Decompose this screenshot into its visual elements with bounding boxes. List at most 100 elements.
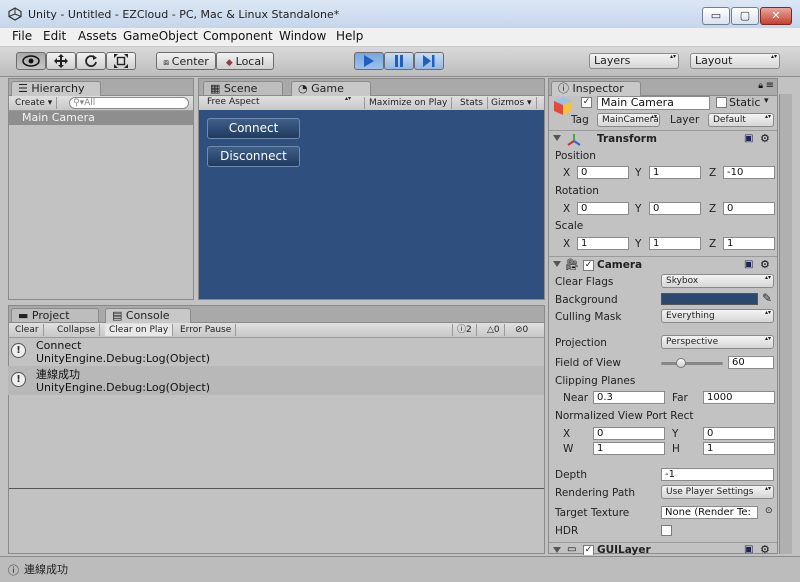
gizmos-button[interactable]: Gizmos ▾ (487, 97, 537, 109)
tab-hierarchy[interactable]: ☰ Hierarchy (11, 81, 101, 96)
rotate-tool-button[interactable] (76, 52, 106, 70)
layers-dropdown[interactable]: Layers (589, 53, 679, 69)
culling-mask-dropdown[interactable]: Everything (661, 309, 774, 323)
help-book-icon[interactable]: ▣ (744, 544, 753, 555)
active-checkbox[interactable]: ✓ (581, 97, 592, 108)
scale-x-field[interactable]: 1 (577, 237, 629, 250)
play-button[interactable] (354, 52, 384, 70)
hdr-checkbox[interactable] (661, 525, 672, 536)
connect-button[interactable]: Connect (207, 118, 300, 139)
maximize-button[interactable]: ▢ (731, 7, 759, 25)
foldout-arrow-icon[interactable] (553, 261, 561, 267)
foldout-arrow-icon[interactable] (553, 135, 561, 141)
rotation-y-field[interactable]: 0 (649, 202, 701, 215)
collapse-button[interactable]: Collapse (53, 324, 101, 336)
disconnect-button[interactable]: Disconnect (207, 146, 300, 167)
clear-on-play-button[interactable]: Clear on Play (105, 324, 174, 336)
aspect-dropdown[interactable]: Free Aspect (203, 96, 353, 109)
scale-tool-button[interactable] (106, 52, 136, 70)
stats-button[interactable]: Stats (456, 97, 488, 109)
tab-scene[interactable]: ▦ Scene (203, 81, 283, 95)
menu-component[interactable]: Component (203, 29, 273, 43)
fov-slider-track[interactable] (661, 362, 723, 365)
menu-edit[interactable]: Edit (43, 29, 66, 43)
menu-window[interactable]: Window (279, 29, 326, 43)
tab-inspector[interactable]: ⓘ Inspector (551, 81, 641, 96)
eyedropper-icon[interactable]: ✎ (762, 291, 772, 305)
target-texture-field[interactable]: None (Render Te: (661, 506, 758, 519)
tag-dropdown[interactable]: MainCamera (597, 113, 660, 127)
pause-button[interactable] (384, 52, 414, 70)
camera-header[interactable]: 🎥︎ ✓ Camera ▣ ⚙ (549, 256, 777, 274)
object-name-field[interactable]: Main Camera (597, 96, 710, 110)
pivot-local-button[interactable]: ◆ Local (216, 52, 274, 70)
far-field[interactable]: 1000 (703, 391, 775, 404)
status-message[interactable]: 連線成功 (24, 561, 68, 577)
static-checkbox[interactable] (716, 97, 727, 108)
menu-assets[interactable]: Assets (78, 29, 117, 43)
move-tool-button[interactable] (46, 52, 76, 70)
error-count-toggle[interactable]: ⊘0 (511, 324, 532, 336)
lock-icon[interactable]: 🔒︎ (758, 81, 763, 91)
help-book-icon[interactable]: ▣ (744, 259, 753, 270)
transform-header[interactable]: Transform ▣ ⚙ (549, 130, 777, 148)
menu-help[interactable]: Help (336, 29, 363, 43)
static-dropdown-icon[interactable]: ▾ (764, 96, 769, 106)
background-color-swatch[interactable] (661, 293, 758, 305)
rotation-x-field[interactable]: 0 (577, 202, 629, 215)
position-x-field[interactable]: 0 (577, 166, 629, 179)
hierarchy-item-main-camera[interactable]: Main Camera (9, 111, 193, 125)
layer-dropdown[interactable]: Default (708, 113, 774, 127)
warning-count-toggle[interactable]: △0 (483, 324, 505, 336)
object-picker-icon[interactable]: ⊙ (765, 506, 773, 516)
viewport-y-field[interactable]: 0 (703, 427, 775, 440)
tab-game[interactable]: ◔ Game (291, 81, 371, 96)
position-y-field[interactable]: 1 (649, 166, 701, 179)
depth-field[interactable]: -1 (661, 468, 774, 481)
menu-gameobject[interactable]: GameObject (123, 29, 198, 43)
rotation-z-field[interactable]: 0 (723, 202, 775, 215)
guilayer-enabled-checkbox[interactable]: ✓ (583, 545, 594, 555)
viewport-x-field[interactable]: 0 (593, 427, 665, 440)
near-field[interactable]: 0.3 (593, 391, 665, 404)
fov-field[interactable]: 60 (728, 356, 774, 369)
hierarchy-search-input[interactable]: ⚲▾All (69, 97, 189, 109)
position-z-field[interactable]: -10 (723, 166, 775, 179)
panel-menu-icon[interactable]: ≡ (766, 80, 774, 91)
scale-y-field[interactable]: 1 (649, 237, 701, 250)
scale-z-field[interactable]: 1 (723, 237, 775, 250)
menu-file[interactable]: File (12, 29, 32, 43)
projection-dropdown[interactable]: Perspective (661, 335, 774, 349)
scene-tab-label: Scene (223, 82, 258, 95)
viewport-w-field[interactable]: 1 (593, 442, 665, 455)
guilayer-header[interactable]: ▭ ✓ GUILayer ▣ ⚙ (549, 542, 777, 555)
help-book-icon[interactable]: ▣ (744, 133, 753, 144)
rendering-path-dropdown[interactable]: Use Player Settings (661, 485, 774, 499)
gear-icon[interactable]: ⚙ (760, 543, 770, 555)
viewport-h-field[interactable]: 1 (703, 442, 775, 455)
layout-dropdown[interactable]: Layout (690, 53, 780, 69)
error-pause-button[interactable]: Error Pause (176, 324, 237, 336)
clear-flags-dropdown[interactable]: Skybox (661, 274, 774, 288)
tab-project[interactable]: ▬ Project (11, 308, 99, 322)
gear-icon[interactable]: ⚙ (760, 258, 770, 271)
camera-title: Camera (597, 259, 643, 271)
close-button[interactable]: ✕ (760, 7, 792, 25)
tab-console[interactable]: ▤ Console (105, 308, 191, 323)
info-count-toggle[interactable]: ⓘ2 (452, 324, 477, 336)
console-entry[interactable]: ! Connect UnityEngine.Debug:Log(Object) (8, 337, 544, 366)
camera-enabled-checkbox[interactable]: ✓ (583, 260, 594, 271)
console-divider[interactable] (9, 488, 544, 489)
gear-icon[interactable]: ⚙ (760, 132, 770, 145)
create-button[interactable]: Create ▾ (11, 97, 58, 109)
pivot-center-button[interactable]: ⧈ Center (156, 52, 216, 70)
hand-tool-button[interactable] (16, 52, 46, 70)
console-entry[interactable]: ! 連線成功 UnityEngine.Debug:Log(Object) (8, 366, 544, 395)
game-panel: ▦ Scene ◔ Game Free Aspect Maximize on P… (198, 78, 545, 300)
foldout-arrow-icon[interactable] (553, 547, 561, 553)
inspector-scrollbar[interactable] (779, 94, 792, 554)
maximize-on-play-button[interactable]: Maximize on Play (364, 97, 453, 109)
step-button[interactable] (414, 52, 444, 70)
minimize-button[interactable]: ▭ (702, 7, 730, 25)
clear-button[interactable]: Clear (11, 324, 44, 336)
